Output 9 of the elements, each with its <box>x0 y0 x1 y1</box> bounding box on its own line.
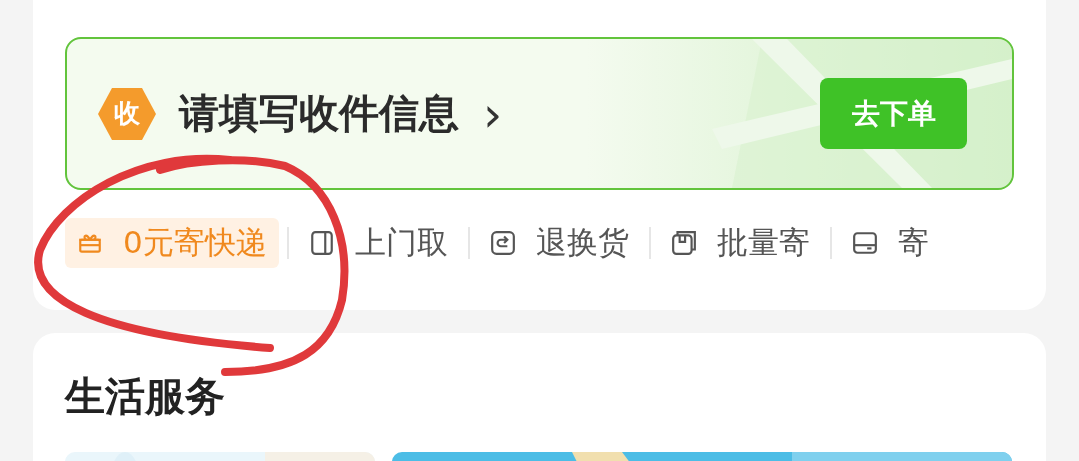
section-title: 生活服务 <box>65 372 226 421</box>
quick-action-tab[interactable]: 上门取 <box>296 218 460 268</box>
quick-action-tab[interactable]: 批量寄 <box>658 218 822 268</box>
quick-action-tab[interactable]: 寄 <box>839 218 941 268</box>
quick-action-tab[interactable]: 退换货 <box>477 218 641 268</box>
receive-badge: 收 <box>97 85 157 142</box>
address-banner[interactable]: 收 请填写收件信息 › 去下单 <box>65 37 1014 190</box>
banner-title: 请填写收件信息 <box>179 89 459 138</box>
chevron-icon: › <box>483 89 503 138</box>
